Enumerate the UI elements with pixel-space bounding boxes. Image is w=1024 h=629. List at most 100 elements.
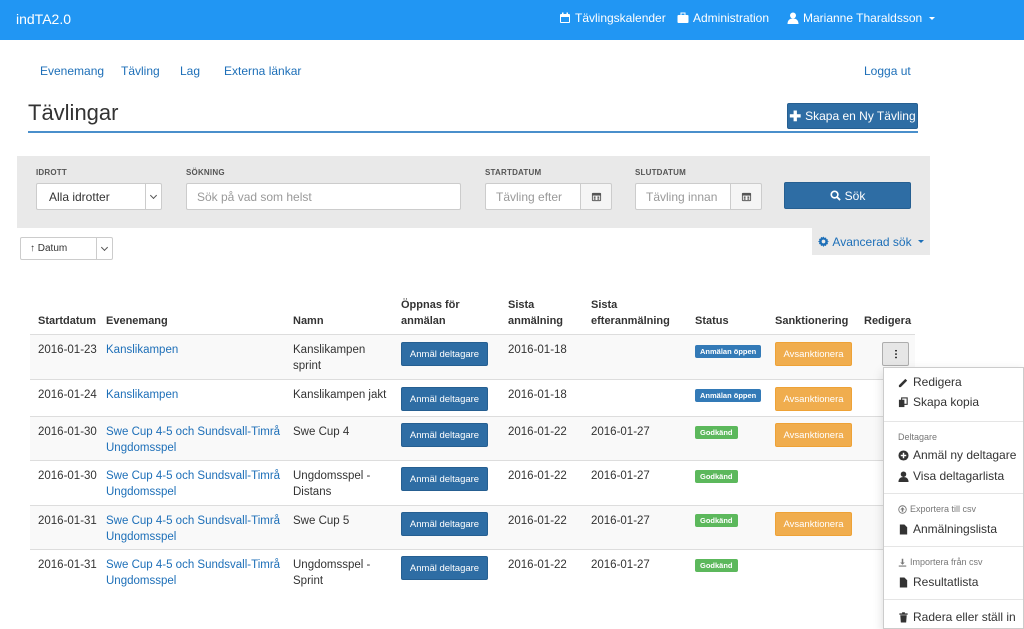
status-badge: Godkänd: [695, 426, 738, 439]
register-participant-button[interactable]: Anmäl deltagare: [401, 342, 488, 366]
export-icon: [898, 504, 907, 514]
menu-delete[interactable]: Radera eller ställ in: [898, 610, 1016, 624]
search-button-label: Sök: [844, 188, 866, 203]
status-badge: Godkänd: [695, 470, 738, 483]
menu-registration-list-label: Anmälningslista: [913, 522, 998, 536]
row-event-link[interactable]: Kanslikampen: [106, 387, 178, 403]
header-efter-line1[interactable]: Sista: [591, 297, 617, 313]
create-competition-button[interactable]: ✚ Skapa en Ny Tävling: [787, 103, 918, 129]
menu-register-new-label: Anmäl ny deltagare: [913, 448, 1017, 462]
row-startdate: 2016-01-30: [38, 426, 97, 438]
menu-register-new[interactable]: Anmäl ny deltagare: [898, 448, 1016, 462]
row-event-link[interactable]: Swe Cup 4-5 och Sundsvall-Timrå: [106, 468, 280, 484]
header-startdatum[interactable]: Startdatum: [38, 313, 96, 329]
row-event-link-line2[interactable]: Ungdomsspel: [106, 573, 176, 589]
unsanction-button[interactable]: Avsanktionera: [775, 423, 852, 447]
unsanction-button[interactable]: Avsanktionera: [775, 342, 852, 366]
start-date-calendar-button[interactable]: [581, 183, 612, 210]
row-late-deadline: 2016-01-27: [591, 559, 650, 571]
status-badge: Godkänd: [695, 514, 738, 527]
row-deadline: 2016-01-18: [508, 344, 567, 356]
header-status[interactable]: Status: [695, 313, 729, 329]
search-input[interactable]: Sök på vad som helst: [186, 183, 461, 210]
row-event-link[interactable]: Swe Cup 4-5 och Sundsvall-Timrå: [106, 557, 280, 573]
register-participant-button[interactable]: Anmäl deltagare: [401, 556, 488, 580]
header-namn[interactable]: Namn: [293, 313, 324, 329]
row-actions-menu-button[interactable]: [882, 342, 909, 366]
header-sista-line1[interactable]: Sista: [508, 297, 534, 313]
logout-link[interactable]: Logga ut: [864, 64, 911, 78]
row-event-link-line2[interactable]: Ungdomsspel: [106, 529, 176, 545]
menu-copy[interactable]: Skapa kopia: [898, 395, 979, 409]
status-badge: Anmälan öppen: [695, 389, 762, 402]
register-participant-button[interactable]: Anmäl deltagare: [401, 512, 488, 536]
menu-divider: [884, 493, 1023, 494]
menu-edit[interactable]: Redigera: [898, 375, 962, 389]
menu-divider: [884, 599, 1023, 600]
start-date-input[interactable]: Tävling efter: [485, 183, 581, 210]
row-event-link-line2[interactable]: Ungdomsspel: [106, 484, 176, 500]
row-startdate: 2016-01-24: [38, 389, 97, 401]
header-sanktionering[interactable]: Sanktionering: [775, 313, 848, 329]
row-event-link[interactable]: Kanslikampen: [106, 342, 178, 358]
menu-registration-list[interactable]: Anmälningslista: [898, 522, 997, 536]
header-sista-line2[interactable]: anmälning: [508, 313, 563, 329]
menu-delete-label: Radera eller ställ in: [913, 610, 1016, 624]
unsanction-button[interactable]: Avsanktionera: [775, 512, 852, 536]
subnav-tavling[interactable]: Tävling: [121, 64, 160, 78]
register-participant-button[interactable]: Anmäl deltagare: [401, 423, 488, 447]
search-button[interactable]: Sök: [784, 182, 911, 209]
row-late-deadline: 2016-01-27: [591, 426, 650, 438]
user-icon: [787, 12, 799, 24]
subnav-externa-lankar[interactable]: Externa länkar: [224, 64, 301, 78]
start-date-label: STARTDATUM: [485, 168, 542, 177]
register-participant-button[interactable]: Anmäl deltagare: [401, 387, 488, 411]
row-divider: [30, 460, 915, 461]
row-deadline: 2016-01-22: [508, 470, 567, 482]
calendar-icon: [591, 192, 601, 202]
menu-divider: [884, 421, 1023, 422]
menu-show-participants[interactable]: Visa deltagarlista: [898, 469, 1004, 483]
menu-import-header: Importera från csv: [898, 557, 983, 567]
user-menu[interactable]: Marianne Tharaldsson: [787, 11, 936, 25]
top-navbar: indTA2.0 Tävlingskalender Administration…: [0, 0, 1024, 40]
row-event-link[interactable]: Swe Cup 4-5 och Sundsvall-Timrå: [106, 424, 280, 440]
row-event-link[interactable]: Swe Cup 4-5 och Sundsvall-Timrå: [106, 513, 280, 529]
row-startdate: 2016-01-30: [38, 470, 97, 482]
end-date-placeholder: Tävling innan: [646, 189, 718, 204]
advanced-search-toggle[interactable]: Avancerad sök: [812, 228, 930, 255]
nav-administration[interactable]: Administration: [677, 11, 769, 25]
end-date-input[interactable]: Tävling innan: [635, 183, 731, 210]
register-participant-button[interactable]: Anmäl deltagare: [401, 467, 488, 491]
chevron-down-icon: [96, 238, 112, 259]
row-event-link-line2[interactable]: Ungdomsspel: [106, 440, 176, 456]
calendar-icon: [741, 192, 751, 202]
plus-icon: ✚: [789, 108, 802, 124]
header-efter-line2[interactable]: efteranmälning: [591, 313, 670, 329]
menu-results[interactable]: Resultatlista: [898, 575, 978, 589]
header-evenemang[interactable]: Evenemang: [106, 313, 168, 329]
nav-calendar[interactable]: Tävlingskalender: [559, 11, 666, 25]
user-name: Marianne Tharaldsson: [803, 11, 923, 25]
search-panel: IDROTT Alla idrotter SÖKNING Sök på vad …: [17, 156, 930, 228]
unsanction-button[interactable]: Avsanktionera: [775, 387, 852, 411]
caret-down-icon: [929, 16, 936, 20]
app-brand[interactable]: indTA2.0: [16, 11, 71, 27]
sport-label: IDROTT: [36, 168, 67, 177]
subnav-lag[interactable]: Lag: [180, 64, 200, 78]
sport-select[interactable]: Alla idrotter: [36, 183, 162, 210]
menu-export-header-label: Exportera till csv: [910, 504, 977, 514]
row-startdate: 2016-01-31: [38, 515, 97, 527]
chevron-down-icon: [145, 184, 161, 209]
sort-select[interactable]: ↑ Datum: [20, 237, 113, 260]
nav-calendar-label: Tävlingskalender: [575, 11, 666, 25]
header-oppnas-line2[interactable]: anmälan: [401, 313, 446, 329]
row-name: Ungdomsspel -: [293, 559, 371, 571]
menu-import-header-label: Importera från csv: [910, 557, 983, 567]
row-deadline: 2016-01-18: [508, 389, 567, 401]
subnav-evenemang[interactable]: Evenemang: [40, 64, 104, 78]
end-date-calendar-button[interactable]: [731, 183, 762, 210]
page-title: Tävlingar: [28, 100, 119, 125]
header-oppnas-line1[interactable]: Öppnas för: [401, 297, 460, 313]
file-icon: [899, 523, 908, 535]
